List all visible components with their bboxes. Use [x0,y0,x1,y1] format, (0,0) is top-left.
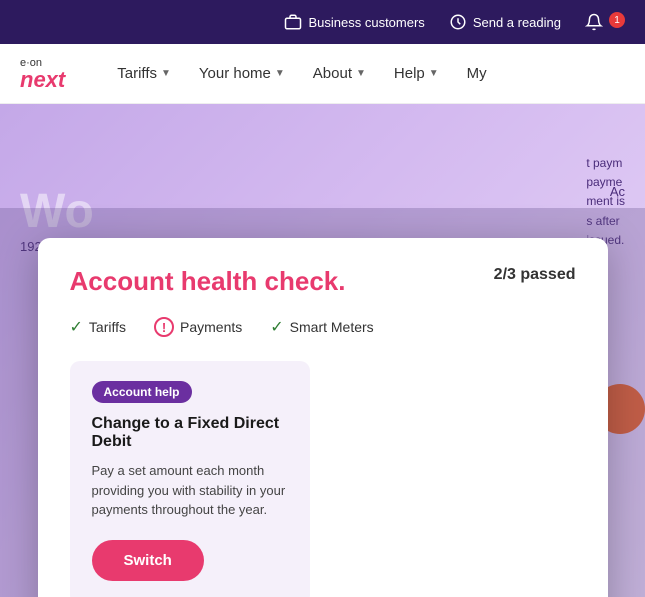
your-home-chevron: ▼ [275,68,285,79]
modal-card: Account health check. 2/3 passed ✓ Tarif… [38,238,608,597]
payments-check-label: Payments [180,319,242,335]
help-chevron: ▼ [429,68,439,79]
nav-help[interactable]: Help ▼ [382,57,451,90]
about-label: About [313,65,352,82]
nav-about[interactable]: About ▼ [301,57,378,90]
nav-tariffs[interactable]: Tariffs ▼ [105,57,183,90]
my-label: My [467,65,487,82]
check-tariffs: ✓ Tariffs [70,317,127,337]
send-reading-label: Send a reading [473,15,561,30]
meter-icon [449,13,467,31]
tariffs-chevron: ▼ [161,68,171,79]
nav-your-home[interactable]: Your home ▼ [187,57,297,90]
notification-count: 1 [609,12,625,28]
bg-content: Wo 192 G... Ac t paym payme ment is s af… [0,104,645,597]
top-bar: Business customers Send a reading 1 [0,0,645,44]
about-chevron: ▼ [356,68,366,79]
modal-header: Account health check. 2/3 passed [70,266,576,297]
send-reading-link[interactable]: Send a reading [449,13,561,31]
tariffs-pass-icon: ✓ [70,317,83,337]
business-label: Business customers [308,15,424,30]
help-label: Help [394,65,425,82]
modal-score: 2/3 passed [494,266,576,284]
modal-title: Account health check. [70,266,346,297]
payments-warn-icon: ! [154,317,174,337]
your-home-label: Your home [199,65,271,82]
tariffs-label: Tariffs [117,65,157,82]
nav-items: Tariffs ▼ Your home ▼ About ▼ Help ▼ My [105,57,625,90]
switch-button[interactable]: Switch [92,540,204,581]
right-line2: payme [586,173,625,192]
notifications-link[interactable]: 1 [585,13,625,31]
smart-meters-check-label: Smart Meters [290,319,374,335]
right-line1: t paym [586,154,625,173]
info-card-description: Pay a set amount each month providing yo… [92,461,288,520]
check-payments: ! Payments [154,317,242,337]
tariffs-check-label: Tariffs [89,319,126,335]
account-help-card: Account help Change to a Fixed Direct De… [70,361,310,597]
business-icon [284,13,302,31]
nav-bar: e·on next Tariffs ▼ Your home ▼ About ▼ … [0,44,645,104]
bell-icon [585,13,603,31]
smart-meters-pass-icon: ✓ [270,317,283,337]
logo[interactable]: e·on next [20,57,65,91]
modal-overlay: Account health check. 2/3 passed ✓ Tarif… [0,208,645,597]
check-items: ✓ Tariffs ! Payments ✓ Smart Meters [70,317,576,337]
business-customers-link[interactable]: Business customers [284,13,424,31]
nav-my[interactable]: My [455,57,499,90]
check-smart-meters: ✓ Smart Meters [270,317,373,337]
logo-next-text: next [20,69,65,91]
account-help-badge: Account help [92,381,192,403]
info-card-title: Change to a Fixed Direct Debit [92,415,288,451]
